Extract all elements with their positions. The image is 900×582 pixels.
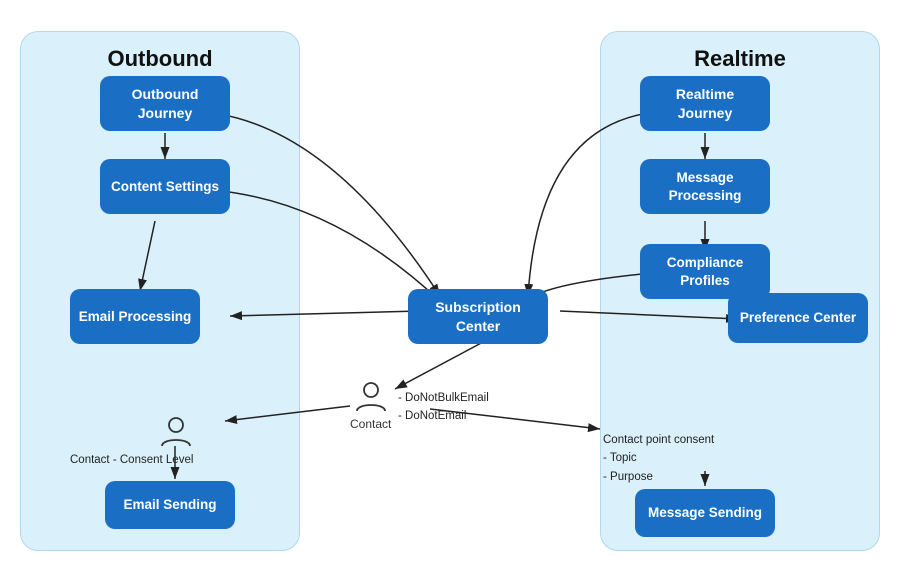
message-processing-node: Message Processing [640,159,770,214]
outbound-title: Outbound [21,46,299,72]
compliance-profiles-node: Compliance Profiles [640,244,770,299]
subscription-center-node: Subscription Center [408,289,548,344]
left-contact-text: Contact - Consent Level [70,454,193,466]
contact-list-label: - DoNotBulkEmail - DoNotEmail [398,389,489,426]
message-sending-node: Message Sending [635,489,775,537]
realtime-journey-node: Realtime Journey [640,76,770,131]
left-contact-icon [158,414,194,450]
center-contact-label: Contact [350,417,391,431]
preference-center-node: Preference Center [728,293,868,343]
outbound-journey-node: Outbound Journey [100,76,230,131]
realtime-title: Realtime [601,46,879,72]
center-contact-icon: Contact [350,379,391,431]
email-processing-node: Email Processing [70,289,200,344]
email-sending-node: Email Sending [105,481,235,529]
diagram-container: Outbound Realtime [10,11,890,571]
contact-person-icon [353,379,389,415]
content-settings-node: Content Settings [100,159,230,214]
left-contact-person-icon [158,414,194,450]
right-list-label: Contact point consent - Topic - Purpose [603,431,714,486]
